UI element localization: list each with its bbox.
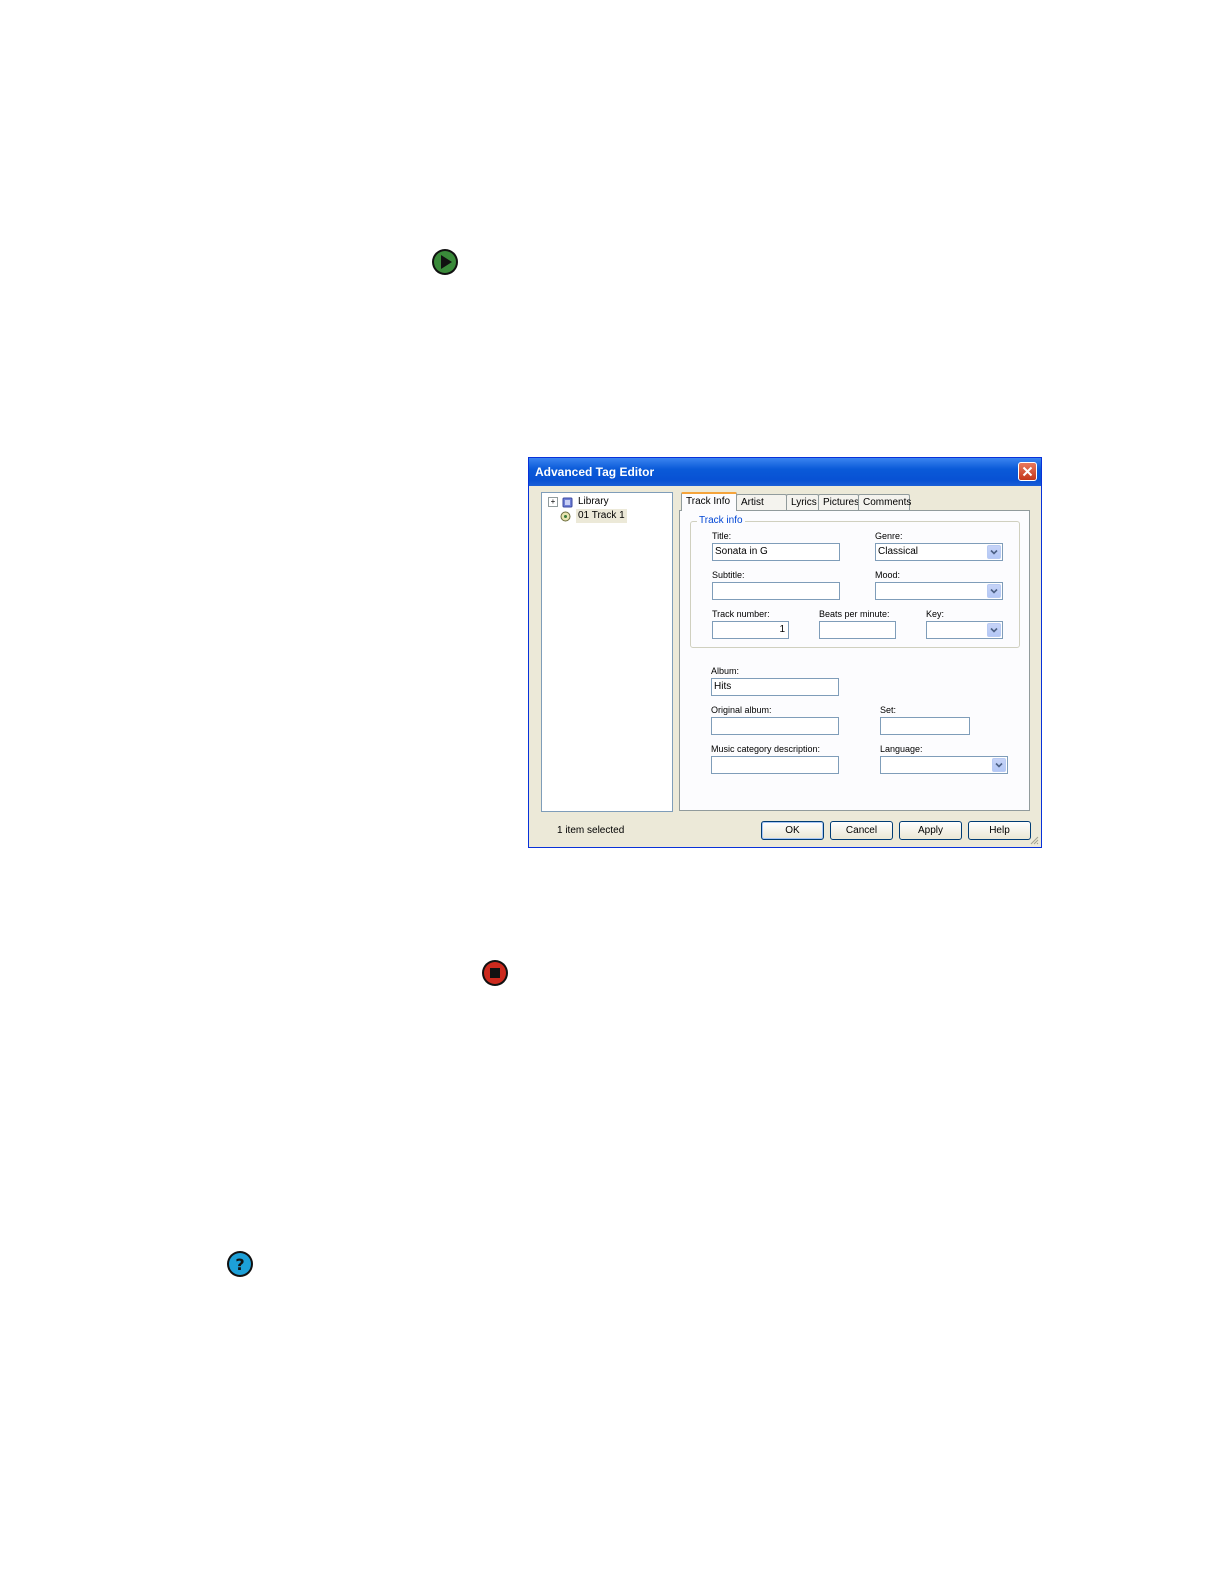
dialog-titlebar[interactable]: Advanced Tag Editor: [529, 458, 1041, 486]
stop-icon: [481, 959, 509, 987]
library-tree[interactable]: + Library 01 Track 1: [541, 492, 673, 812]
resize-grip-icon[interactable]: [1029, 835, 1039, 845]
bpm-field[interactable]: [819, 621, 896, 639]
bpm-label: Beats per minute:: [819, 609, 890, 619]
play-icon: [431, 248, 459, 276]
group-legend: Track info: [697, 515, 745, 526]
close-button[interactable]: [1018, 462, 1037, 481]
ok-button[interactable]: OK: [761, 821, 824, 840]
original-album-field[interactable]: [711, 717, 839, 735]
tab-track-info[interactable]: Track Info: [681, 492, 737, 511]
tree-item-track[interactable]: 01 Track 1: [560, 509, 627, 523]
title-label: Title:: [712, 531, 732, 541]
chevron-down-icon: [990, 588, 998, 594]
language-dropdown-button[interactable]: [992, 758, 1006, 772]
genre-value: Classical: [878, 546, 919, 557]
tab-comments[interactable]: Comments: [858, 494, 911, 510]
tab-artist-info[interactable]: Artist Info: [736, 494, 787, 524]
cancel-button[interactable]: Cancel: [830, 821, 893, 840]
music-category-field[interactable]: [711, 756, 839, 774]
set-field[interactable]: [880, 717, 970, 735]
key-dropdown-button[interactable]: [987, 623, 1001, 637]
chevron-down-icon: [990, 549, 998, 555]
original-album-label: Original album:: [711, 705, 772, 715]
mood-dropdown-button[interactable]: [987, 584, 1001, 598]
set-label: Set:: [880, 705, 897, 715]
track-info-panel: Track info Title: Sonata in G Genre: Cla…: [679, 510, 1030, 811]
album-label: Album:: [711, 666, 740, 676]
language-label: Language:: [880, 744, 923, 754]
tab-lyrics[interactable]: Lyrics: [786, 494, 819, 510]
mood-select[interactable]: [875, 582, 1003, 600]
track-info-group: Track info Title: Sonata in G Genre: Cla…: [690, 515, 1020, 648]
svg-text:?: ?: [235, 1255, 244, 1274]
help-icon: ?: [226, 1250, 254, 1278]
music-track-icon: [560, 511, 571, 521]
library-icon: [562, 497, 573, 507]
title-field[interactable]: Sonata in G: [712, 543, 840, 561]
genre-label: Genre:: [875, 531, 903, 541]
genre-select[interactable]: Classical: [875, 543, 1003, 561]
album-field[interactable]: Hits: [711, 678, 839, 696]
subtitle-field[interactable]: [712, 582, 840, 600]
tree-expander[interactable]: +: [548, 497, 558, 507]
language-select[interactable]: [880, 756, 1008, 774]
genre-dropdown-button[interactable]: [987, 545, 1001, 559]
subtitle-label: Subtitle:: [712, 570, 745, 580]
advanced-tag-editor-dialog: Advanced Tag Editor + Library 01 Track 1…: [528, 457, 1042, 848]
close-icon: [1022, 466, 1033, 477]
tree-item-label: 01 Track 1: [576, 509, 627, 523]
track-number-field[interactable]: 1: [712, 621, 789, 639]
apply-button[interactable]: Apply: [899, 821, 962, 840]
tree-item-library[interactable]: + Library: [548, 495, 609, 509]
chevron-down-icon: [995, 762, 1003, 768]
track-number-label: Track number:: [712, 609, 770, 619]
tab-pictures[interactable]: Pictures: [818, 494, 859, 510]
key-select[interactable]: [926, 621, 1003, 639]
music-category-label: Music category description:: [711, 744, 821, 754]
chevron-down-icon: [990, 627, 998, 633]
key-label: Key:: [926, 609, 945, 619]
status-text: 1 item selected: [557, 825, 625, 836]
tree-item-label: Library: [578, 496, 609, 507]
dialog-title: Advanced Tag Editor: [535, 465, 655, 479]
mood-label: Mood:: [875, 570, 901, 580]
help-button[interactable]: Help: [968, 821, 1031, 840]
